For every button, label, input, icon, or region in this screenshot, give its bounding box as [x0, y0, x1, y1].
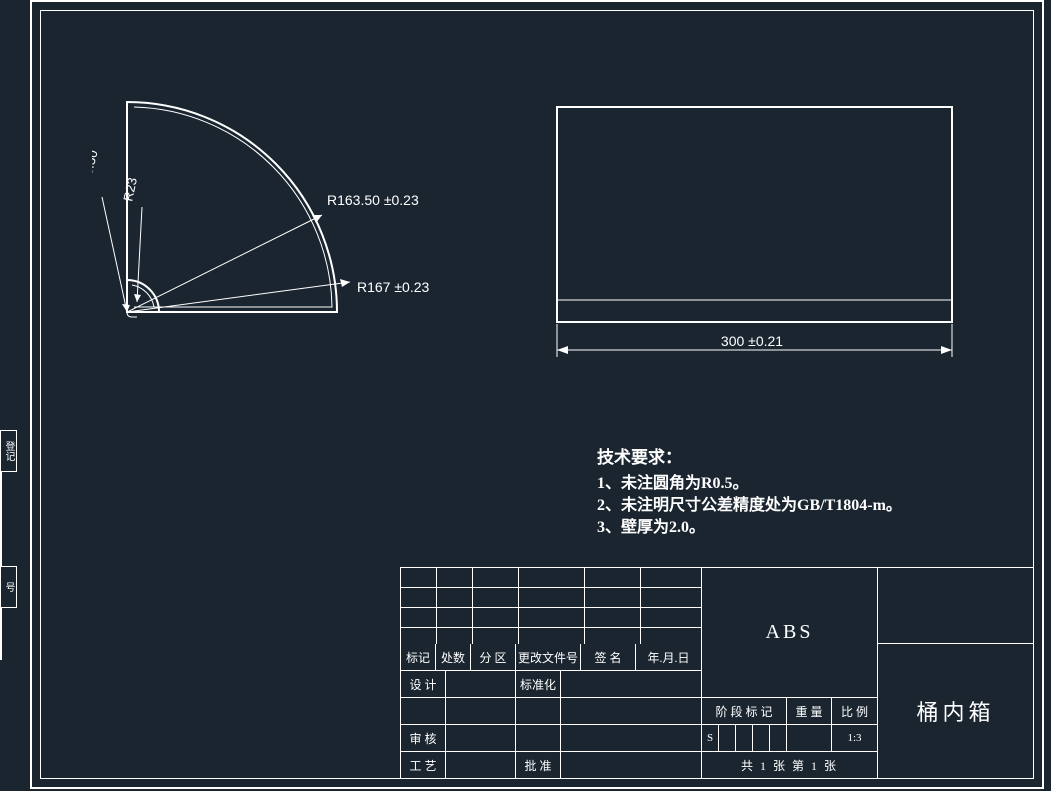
material: ABS — [702, 568, 877, 698]
drawing-frame: R26.50 R23 R163.50 ±0.23 R167 ±0.23 300 … — [30, 0, 1044, 789]
tb-approve: 批 准 — [516, 752, 561, 778]
dim-r26: R26.50 — [92, 148, 101, 192]
tb-design: 设 计 — [401, 671, 446, 697]
tb-header: 更改文件号 — [516, 644, 581, 670]
tb-header: 处数 — [436, 644, 471, 670]
dim-r163: R163.50 ±0.23 — [327, 192, 419, 208]
tech-req-line: 2、未注明尺寸公差精度处为GB/T1804-m。 — [597, 495, 902, 517]
tb-stdize: 标准化 — [516, 671, 561, 697]
tb-stage-val: S — [702, 725, 719, 751]
tb-header: 标记 — [401, 644, 436, 670]
title-block: 标记 处数 分 区 更改文件号 签 名 年.月.日 设 计 标准化 — [400, 567, 1034, 779]
tb-weight: 重 量 — [787, 698, 832, 724]
tb-scale: 比 例 — [832, 698, 877, 724]
tb-scale-val: 1:3 — [832, 725, 877, 751]
tb-sheet: 共 1 张 第 1 张 — [702, 752, 877, 778]
fan-view: R26.50 R23 R163.50 ±0.23 R167 ±0.23 — [92, 97, 442, 347]
tech-req-title: 技术要求： — [597, 447, 902, 469]
dim-r167: R167 ±0.23 — [357, 279, 430, 295]
tb-stage-mark: 阶 段 标 记 — [702, 698, 787, 724]
dim-r23: R23 — [120, 176, 140, 202]
part-name: 桶内箱 — [878, 644, 1033, 778]
tb-header: 签 名 — [581, 644, 636, 670]
side-cell: 号 — [0, 566, 17, 608]
tb-review: 审 核 — [401, 725, 446, 751]
tb-header: 年.月.日 — [636, 644, 701, 670]
dim-width: 300 ±0.21 — [721, 333, 783, 349]
tech-requirements: 技术要求： 1、未注圆角为R0.5。 2、未注明尺寸公差精度处为GB/T1804… — [597, 447, 902, 539]
tb-header: 分 区 — [471, 644, 516, 670]
side-cell — [0, 472, 2, 514]
tech-req-line: 3、壁厚为2.0。 — [597, 517, 902, 539]
side-cell: 登记 — [0, 430, 17, 472]
rect-view: 300 ±0.21 — [552, 102, 972, 382]
tb-process: 工 艺 — [401, 752, 446, 778]
side-cell — [0, 608, 2, 660]
tech-req-line: 1、未注圆角为R0.5。 — [597, 473, 902, 495]
side-revision-panel: 登记 号 — [0, 430, 28, 730]
side-cell — [0, 514, 2, 566]
